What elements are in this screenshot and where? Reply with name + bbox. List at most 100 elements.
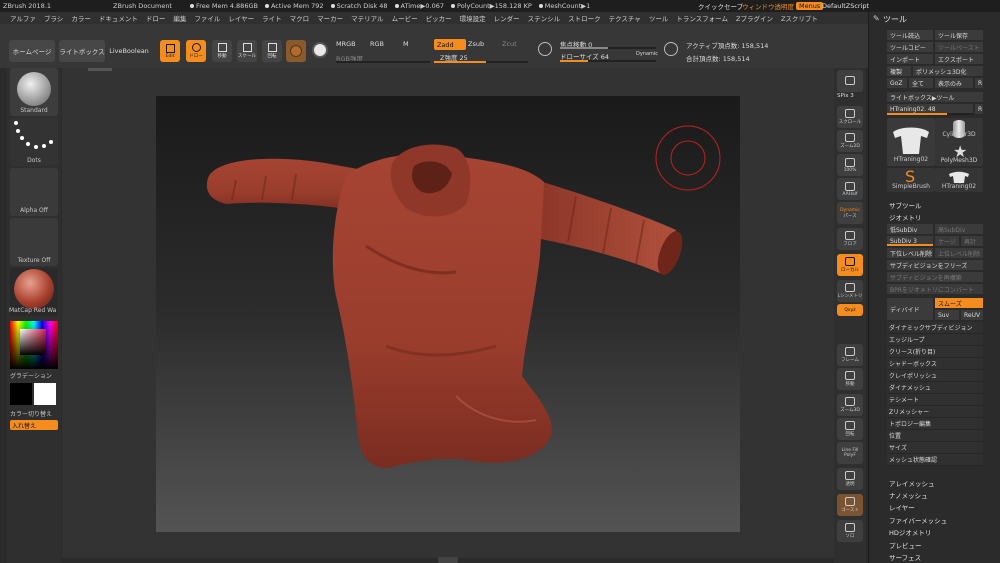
menu-draw[interactable]: ドロー — [146, 13, 166, 23]
menu-light[interactable]: ライト — [262, 13, 282, 23]
all-button[interactable]: 全て — [909, 78, 933, 88]
viewport-canvas[interactable] — [156, 96, 740, 532]
move-button[interactable]: 移動 — [212, 40, 232, 62]
delete-higher-button[interactable]: 上位レベル削除 — [935, 248, 983, 258]
menu-zscript[interactable]: Zスクリプト — [781, 13, 818, 23]
m-toggle[interactable]: M — [403, 40, 409, 48]
higher-res-button[interactable]: 高SubDiv — [935, 224, 983, 234]
local-button[interactable]: ローカル — [837, 254, 863, 276]
draw-size-slider[interactable] — [560, 60, 656, 62]
copy-tool-button[interactable]: ツールコピー — [887, 42, 933, 52]
bottom-tray-handle[interactable] — [438, 557, 458, 563]
menu-picker[interactable]: ピッカー — [426, 13, 452, 23]
r-button[interactable]: R — [975, 78, 983, 88]
z-intensity-slider[interactable] — [434, 61, 528, 63]
visible-button[interactable]: 表示のみ — [935, 78, 973, 88]
menu-layer[interactable]: レイヤー — [228, 13, 254, 23]
menu-render[interactable]: レンダー — [494, 13, 520, 23]
mrgb-toggle[interactable]: MRGB — [336, 40, 356, 48]
xyz-button[interactable]: Qxyz — [837, 304, 863, 316]
geometry-item-dynamesh[interactable]: ダイナメッシュ — [887, 382, 983, 394]
horizontal-scrollbar[interactable] — [88, 68, 112, 71]
menu-transform[interactable]: トランスフォーム — [676, 13, 728, 23]
quicksave-button[interactable]: クイックセーブ — [698, 0, 743, 12]
local-symmetry-button[interactable]: Lシンメトリ — [837, 280, 863, 302]
lower-res-button[interactable]: 低SubDiv — [887, 224, 933, 234]
menu-alpha[interactable]: アルファ — [10, 13, 36, 23]
color-square[interactable] — [20, 329, 46, 355]
geometry-item-crease[interactable]: クリース(折り目) — [887, 346, 983, 358]
frame-button[interactable]: フレーム — [837, 344, 863, 366]
geometry-item-mesh-integrity[interactable]: メッシュ状態確認 — [887, 454, 983, 466]
surface-section[interactable]: サーフェス — [889, 552, 921, 562]
geometry-item-topology[interactable]: トポロジー編集 — [887, 418, 983, 430]
lightbox-tools-button[interactable]: ライトボックス▶ツール — [887, 92, 983, 102]
lightbox-button[interactable]: ライトボックス — [59, 40, 105, 62]
paste-tool-button[interactable]: ツールペースト — [935, 42, 983, 52]
freeze-subdiv-button[interactable]: サブディビジョンをフリーズ — [887, 260, 983, 270]
cage-button[interactable]: ケージ — [935, 236, 959, 246]
ghost-button[interactable]: ゴースト — [837, 494, 863, 516]
geometry-item-claypolish[interactable]: クレイポリッシュ — [887, 370, 983, 382]
focal-shift-slider[interactable] — [560, 47, 656, 49]
menu-file[interactable]: ファイル — [194, 13, 220, 23]
aahalf-button[interactable]: AAHalf — [837, 178, 863, 200]
scale-button[interactable]: スケール — [237, 40, 257, 62]
menu-preferences[interactable]: 環境設定 — [460, 13, 486, 23]
nanomesh-section[interactable]: ナノメッシュ — [889, 490, 928, 500]
transparency-toggle[interactable]: ウィンドウ透明度 — [742, 0, 794, 12]
tool-thumb-cylinder[interactable] — [935, 118, 983, 142]
transparent-button[interactable]: 透明 — [837, 468, 863, 490]
convert-bpr-button[interactable]: BPRをジオメトリにコンバート — [887, 284, 983, 294]
preview-section[interactable]: プレビュー — [889, 540, 922, 550]
bpr-render-button[interactable] — [837, 70, 863, 92]
geometry-item-dynamic-subdiv[interactable]: ダイナミックサブディビジョン — [887, 322, 983, 334]
menus-button[interactable]: Menus — [796, 2, 824, 10]
solo-button[interactable]: ソロ — [837, 520, 863, 542]
subtool-section[interactable]: サブツール — [889, 200, 922, 210]
polyframe-button[interactable]: Line Fill PolyF — [837, 442, 863, 464]
fibermesh-section[interactable]: ファイバーメッシュ — [889, 515, 947, 525]
suv-toggle[interactable]: Suv — [935, 310, 959, 320]
swap-color-button[interactable]: 入れ替え — [10, 420, 58, 430]
tool-r-button[interactable]: R — [975, 104, 983, 114]
rgb-toggle[interactable]: RGB — [370, 40, 384, 48]
geometry-item-zremesher[interactable]: Zリメッシャー — [887, 406, 983, 418]
main-color-swatch[interactable] — [10, 383, 32, 405]
scroll-button[interactable]: スクロール — [837, 106, 863, 128]
floor-button[interactable]: フロア — [837, 228, 863, 250]
gradient-label[interactable]: グラデーション — [7, 371, 61, 380]
save-as-button[interactable]: ツール保存 — [935, 30, 983, 40]
color-picker[interactable] — [10, 321, 58, 369]
rotate-button[interactable]: 回転 — [262, 40, 282, 62]
geometry-item-position[interactable]: 位置 — [887, 430, 983, 442]
geometry-item-shadowbox[interactable]: シャドーボックス — [887, 358, 983, 370]
menu-marker[interactable]: マーカー — [317, 13, 343, 23]
delete-lower-button[interactable]: 下位レベル削除 — [887, 248, 933, 258]
load-tool-button[interactable]: ツール読込 — [887, 30, 933, 40]
default-zscript[interactable]: DefaultZScript — [822, 0, 869, 12]
zadd-toggle[interactable]: Zadd — [434, 39, 466, 50]
menu-color[interactable]: カラー — [71, 13, 91, 23]
move-view-button[interactable]: 移動 — [837, 368, 863, 390]
material-preview-button[interactable] — [286, 40, 306, 62]
texture-map-icon[interactable] — [312, 42, 328, 58]
export-button[interactable]: エクスポート — [935, 54, 983, 64]
zcut-toggle[interactable]: Zcut — [502, 40, 517, 48]
menu-stencil[interactable]: ステンシル — [528, 13, 561, 23]
menu-material[interactable]: マテリアル — [351, 13, 383, 23]
menu-macro[interactable]: マクロ — [290, 13, 310, 23]
palette-pin-icon[interactable]: ✎ — [873, 14, 880, 23]
perspective-button[interactable]: Dynamic パース — [837, 202, 863, 224]
menu-stroke[interactable]: ストローク — [568, 13, 601, 23]
rstr-button[interactable]: 再計 — [961, 236, 983, 246]
hd-geometry-section[interactable]: HDジオメトリ — [889, 527, 931, 537]
smooth-toggle[interactable]: スムーズ — [935, 298, 983, 308]
zoom3d-button[interactable]: ズーム3D — [837, 394, 863, 416]
import-button[interactable]: インポート — [887, 54, 933, 64]
zsub-toggle[interactable]: Zsub — [468, 40, 484, 48]
menu-texture[interactable]: テクスチャ — [609, 13, 641, 23]
liveboolean-button[interactable]: LiveBoolean — [107, 40, 151, 62]
reuv-toggle[interactable]: ReUV — [961, 310, 983, 320]
actual-size-button[interactable]: 100% — [837, 154, 863, 176]
